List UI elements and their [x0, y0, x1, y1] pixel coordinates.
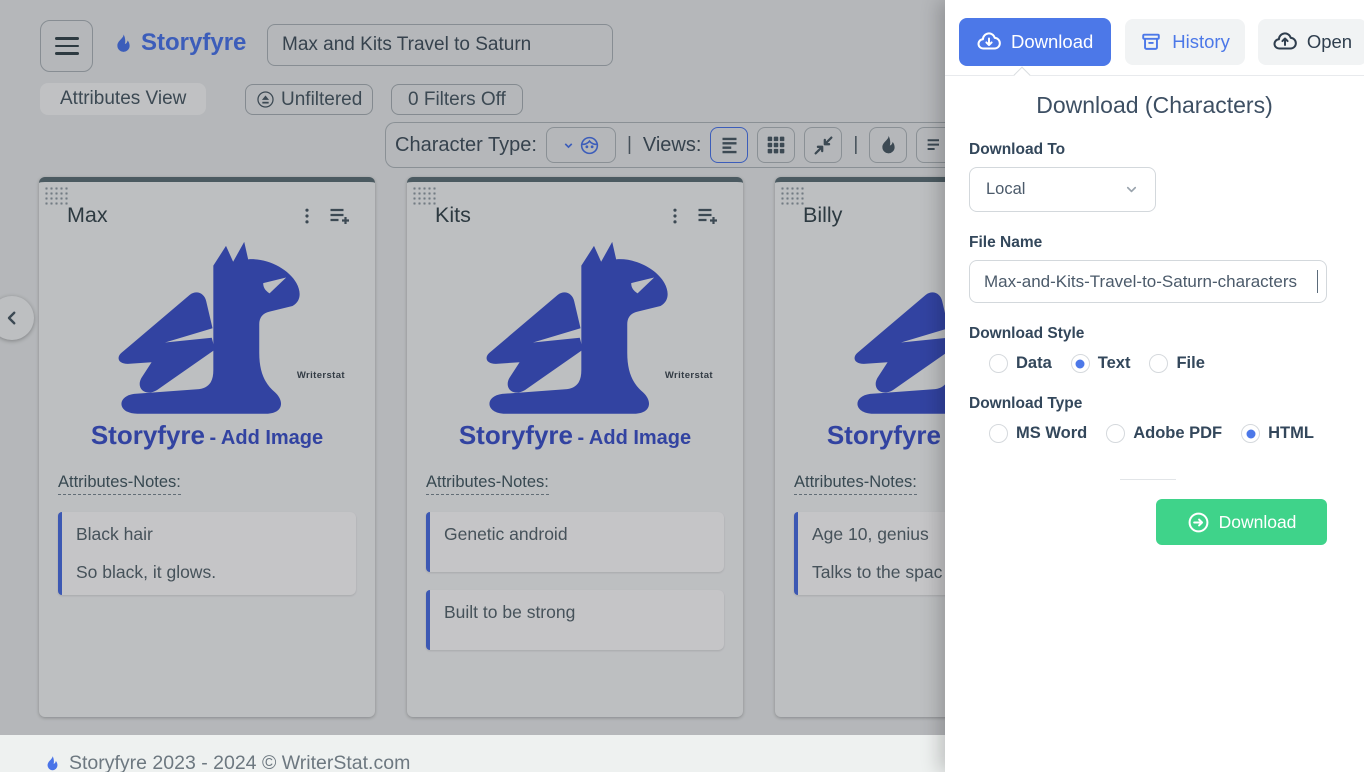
download-type-group: MS Word Adobe PDF HTML	[989, 424, 1327, 443]
radio-html[interactable]: HTML	[1241, 424, 1314, 443]
tab-history[interactable]: History	[1125, 19, 1245, 65]
file-name-label: File Name	[969, 234, 1327, 252]
radio-ms-word[interactable]: MS Word	[989, 424, 1087, 443]
radio-adobe-pdf[interactable]: Adobe PDF	[1106, 424, 1222, 443]
panel-title: Download (Characters)	[945, 92, 1364, 119]
download-to-select[interactable]: Local	[969, 167, 1156, 212]
chevron-down-icon	[1124, 182, 1139, 197]
radio-file[interactable]: File	[1149, 354, 1204, 373]
download-style-label: Download Style	[969, 325, 1327, 343]
flame-icon	[44, 753, 61, 772]
archive-icon	[1140, 31, 1162, 53]
cloud-open-icon	[1273, 30, 1297, 54]
tab-divider	[945, 75, 1364, 76]
active-tab-caret	[1014, 67, 1031, 84]
tab-download[interactable]: Download	[959, 18, 1111, 66]
file-name-input[interactable]: Max-and-Kits-Travel-to-Saturn-characters	[969, 260, 1327, 303]
download-submit-button[interactable]: Download	[1156, 499, 1327, 545]
form-divider	[1120, 479, 1176, 480]
text-cursor	[1317, 270, 1319, 293]
download-to-label: Download To	[969, 141, 1327, 159]
arrow-right-circle-icon	[1187, 511, 1210, 534]
tab-open[interactable]: Open	[1258, 19, 1364, 65]
download-style-group: Data Text File	[989, 354, 1327, 373]
radio-data[interactable]: Data	[989, 354, 1052, 373]
download-type-label: Download Type	[969, 395, 1327, 413]
cloud-download-icon	[977, 30, 1001, 54]
radio-text[interactable]: Text	[1071, 354, 1131, 373]
download-panel: Download History Open × Download (Charac…	[945, 0, 1364, 772]
copyright-text: Storyfyre 2023 - 2024 © WriterStat.com	[69, 752, 410, 772]
